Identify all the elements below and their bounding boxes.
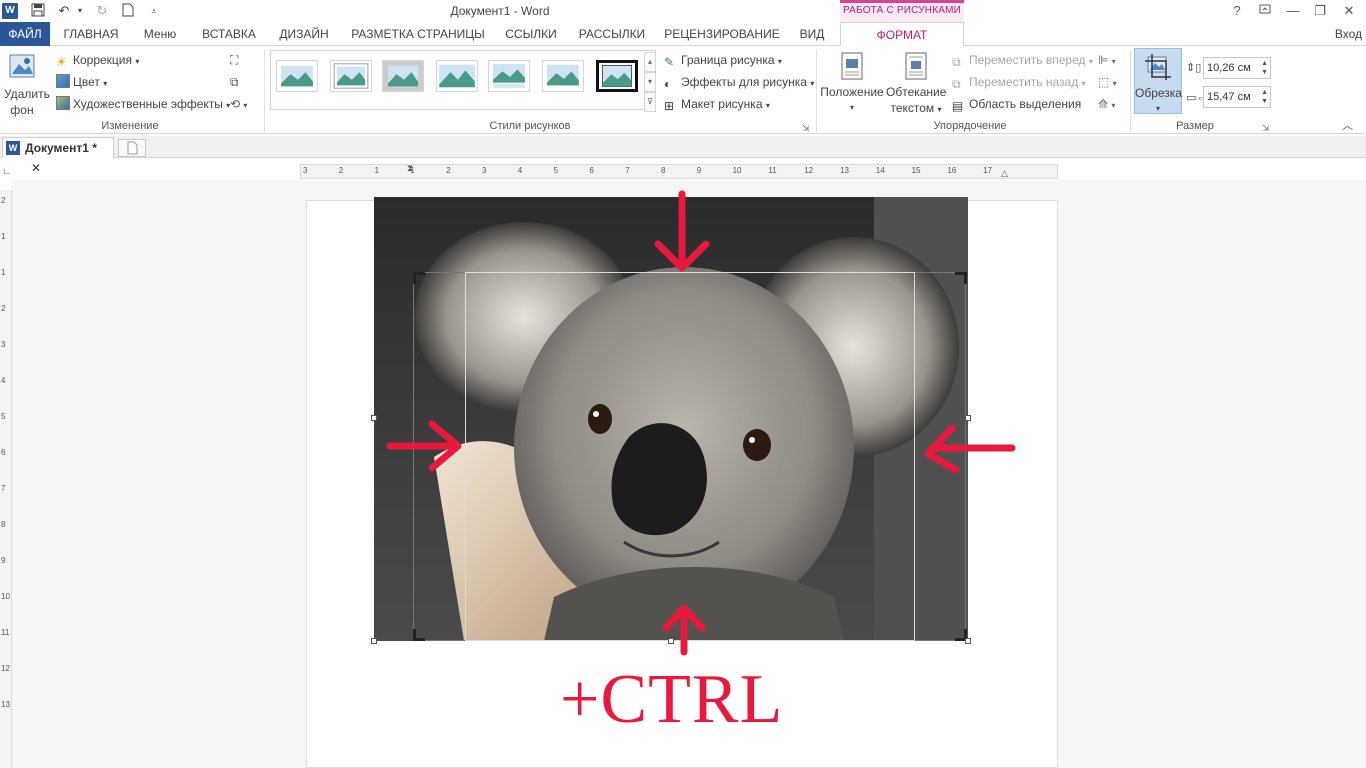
arrow-left-icon <box>924 424 1016 474</box>
arrow-up-icon <box>662 604 706 656</box>
arrow-right-icon <box>386 420 462 472</box>
ctrl-annotation: +CTRL <box>560 661 784 738</box>
arrow-down-icon <box>654 190 710 272</box>
annotation-arrows <box>386 190 1016 656</box>
